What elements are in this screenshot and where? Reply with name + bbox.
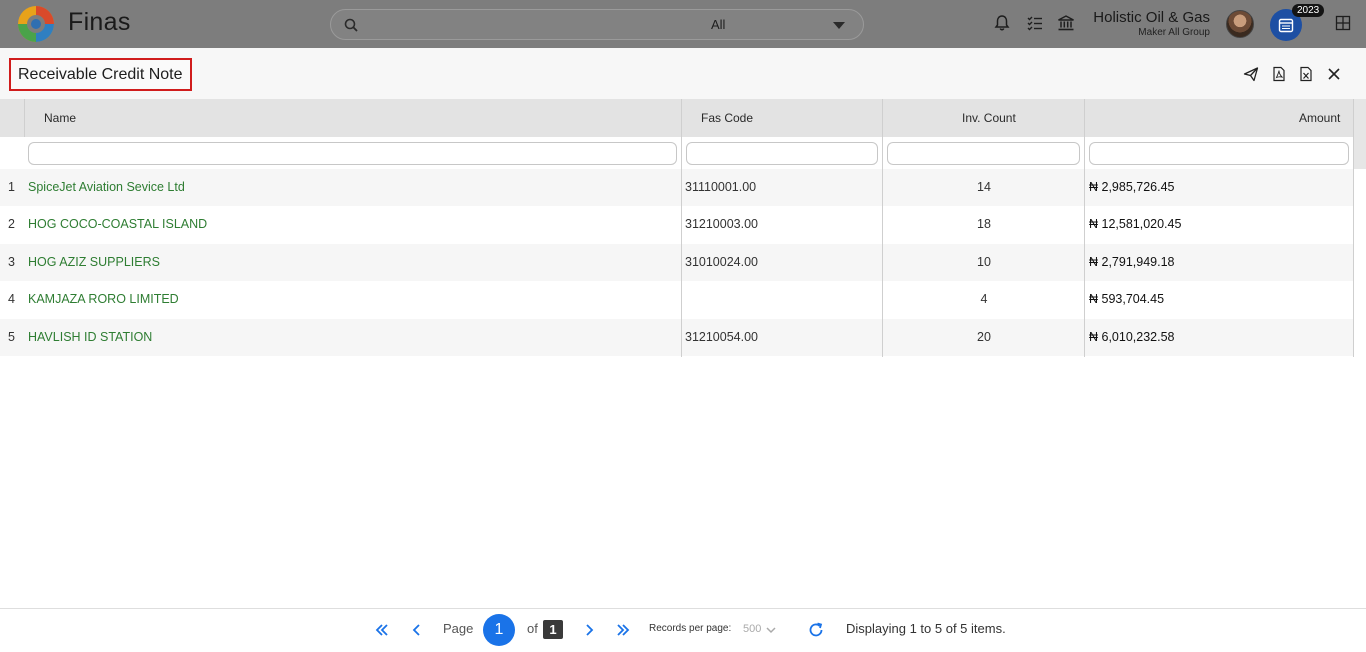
amount: ₦ 2,791,949.18	[1089, 255, 1175, 269]
top-bar: Finas All Holistic Oil & Gas Maker All G…	[0, 0, 1366, 48]
search-scope-select[interactable]: All	[711, 17, 725, 32]
company-switcher[interactable]: Holistic Oil & Gas Maker All Group	[1093, 9, 1210, 38]
row-number: 5	[8, 330, 15, 344]
vertical-scrollbar[interactable]	[1354, 99, 1366, 169]
customer-name-link[interactable]: SpiceJet Aviation Sevice Ltd	[28, 169, 185, 206]
page-label: Page	[443, 621, 474, 636]
name-filter-input[interactable]	[28, 142, 677, 165]
row-number: 2	[8, 217, 15, 231]
finas-logo-icon[interactable]	[16, 4, 56, 44]
pagination-bar: Page 1 of 1 Records per page: 500 Displa…	[0, 608, 1366, 651]
last-page-icon[interactable]	[615, 622, 631, 638]
company-name: Holistic Oil & Gas	[1093, 9, 1210, 26]
total-pages: 1	[543, 620, 563, 639]
inv-count-filter-input[interactable]	[887, 142, 1080, 165]
user-avatar[interactable]	[1226, 10, 1254, 38]
user-role: Maker All Group	[1138, 27, 1210, 38]
records-per-page-label: Records per page:	[649, 623, 732, 634]
of-label: of	[527, 621, 538, 636]
first-page-icon[interactable]	[374, 622, 390, 638]
customer-name-link[interactable]: HOG AZIZ SUPPLIERS	[28, 244, 160, 281]
row-number: 4	[8, 292, 15, 306]
inv-count: 18	[977, 217, 991, 231]
amount: ₦ 12,581,020.45	[1089, 217, 1182, 231]
page-title: Receivable Credit Note	[9, 58, 192, 91]
customer-name-link[interactable]: KAMJAZA RORO LIMITED	[28, 281, 179, 318]
send-icon[interactable]	[1243, 66, 1259, 82]
chevron-down-icon[interactable]	[764, 623, 778, 637]
bank-icon[interactable]	[1057, 14, 1075, 32]
table-row[interactable]: 5 HAVLISH ID STATION 31210054.00 20 ₦ 6,…	[0, 319, 1354, 356]
apps-grid-icon[interactable]	[1335, 15, 1351, 31]
records-per-page-select[interactable]: 500	[743, 609, 761, 652]
table-row[interactable]: 4 KAMJAZA RORO LIMITED 4 ₦ 593,704.45	[0, 281, 1354, 318]
amount-filter-input[interactable]	[1089, 142, 1349, 165]
column-header-name[interactable]: Name	[44, 99, 76, 137]
table-row[interactable]: 3 HOG AZIZ SUPPLIERS 31010024.00 10 ₦ 2,…	[0, 244, 1354, 281]
inv-count: 20	[977, 330, 991, 344]
fas-code: 31010024.00	[685, 255, 758, 269]
calendar-icon	[1278, 18, 1294, 33]
grid-header: Name Fas Code Inv. Count Amount	[0, 99, 1354, 137]
bell-icon[interactable]	[993, 14, 1011, 32]
column-divider	[1084, 99, 1085, 357]
table-row[interactable]: 2 HOG COCO-COASTAL ISLAND 31210003.00 18…	[0, 206, 1354, 243]
excel-export-icon[interactable]	[1298, 66, 1314, 82]
task-list-icon[interactable]	[1026, 14, 1044, 32]
fas-code: 31110001.00	[685, 180, 757, 194]
previous-page-icon[interactable]	[409, 622, 425, 638]
amount: ₦ 6,010,232.58	[1089, 330, 1175, 344]
fas-code: 31210054.00	[685, 330, 758, 344]
row-number: 1	[8, 180, 15, 194]
column-header-inv-count[interactable]: Inv. Count	[962, 99, 1016, 137]
column-divider	[882, 99, 883, 357]
table-row[interactable]: 1 SpiceJet Aviation Sevice Ltd 31110001.…	[0, 169, 1354, 206]
year-badge: 2023	[1292, 4, 1325, 17]
current-page-input[interactable]: 1	[483, 614, 515, 646]
amount: ₦ 2,985,726.45	[1089, 180, 1175, 194]
amount: ₦ 593,704.45	[1089, 292, 1165, 306]
inv-count: 14	[977, 180, 991, 194]
page-header: Receivable Credit Note	[0, 48, 1366, 99]
customer-name-link[interactable]: HAVLISH ID STATION	[28, 319, 152, 356]
customer-name-link[interactable]: HOG COCO-COASTAL ISLAND	[28, 206, 207, 243]
column-header-fas-code[interactable]: Fas Code	[701, 99, 753, 137]
inv-count: 4	[980, 292, 988, 306]
inv-count: 10	[977, 255, 991, 269]
row-number: 3	[8, 255, 15, 269]
column-divider	[681, 99, 682, 357]
fas-code: 31210003.00	[685, 217, 758, 231]
global-search[interactable]: All	[330, 9, 864, 40]
column-divider	[24, 99, 25, 137]
refresh-icon[interactable]	[807, 621, 825, 639]
chevron-down-icon[interactable]	[833, 22, 845, 29]
column-header-amount[interactable]: Amount	[1299, 99, 1340, 137]
next-page-icon[interactable]	[581, 622, 597, 638]
pdf-export-icon[interactable]	[1271, 66, 1287, 82]
fas-code-filter-input[interactable]	[686, 142, 878, 165]
brand-name: Finas	[68, 8, 131, 36]
search-icon	[344, 18, 358, 32]
filter-row	[0, 137, 1354, 169]
records-status: Displaying 1 to 5 of 5 items.	[846, 621, 1006, 636]
close-icon[interactable]	[1326, 66, 1342, 82]
